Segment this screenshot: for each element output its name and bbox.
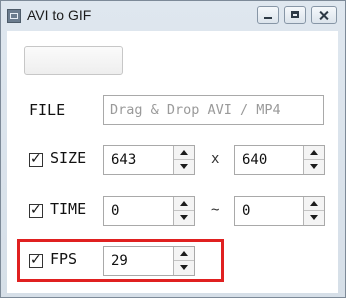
app-icon bbox=[7, 9, 21, 23]
width-spinbox[interactable]: 643 bbox=[103, 145, 195, 175]
time-label: TIME bbox=[50, 200, 87, 218]
time-separator: ~ bbox=[211, 202, 220, 218]
height-increase-button[interactable] bbox=[304, 146, 324, 160]
window-content: FILE Drag & Drop AVI / MP4 ✓ SIZE 643 x … bbox=[7, 31, 338, 293]
time-start-value: 0 bbox=[111, 203, 120, 219]
preview-area-button[interactable] bbox=[24, 46, 123, 75]
window-title: AVI to GIF bbox=[27, 7, 92, 23]
height-spinbox[interactable]: 640 bbox=[234, 145, 325, 175]
width-decrease-button[interactable] bbox=[174, 160, 194, 174]
checkmark-icon: ✓ bbox=[30, 151, 42, 167]
size-row: ✓ SIZE 643 x 640 bbox=[7, 143, 338, 177]
size-separator: x bbox=[211, 151, 220, 167]
time-end-value: 0 bbox=[242, 203, 251, 219]
close-button[interactable] bbox=[311, 6, 337, 24]
time-row: ✓ TIME 0 ~ 0 bbox=[7, 194, 338, 228]
time-end-increase-button[interactable] bbox=[304, 197, 324, 211]
file-label: FILE bbox=[29, 101, 66, 119]
fps-highlight-box bbox=[17, 239, 224, 282]
width-value: 643 bbox=[111, 152, 137, 168]
maximize-button[interactable] bbox=[284, 6, 306, 24]
width-increase-button[interactable] bbox=[174, 146, 194, 160]
time-end-spinbox[interactable]: 0 bbox=[234, 196, 325, 226]
file-drop-field[interactable]: Drag & Drop AVI / MP4 bbox=[103, 95, 324, 125]
time-start-spinbox[interactable]: 0 bbox=[103, 196, 195, 226]
checkmark-icon: ✓ bbox=[30, 202, 42, 218]
height-value: 640 bbox=[242, 152, 268, 168]
height-decrease-button[interactable] bbox=[304, 160, 324, 174]
size-label: SIZE bbox=[50, 149, 87, 167]
time-start-increase-button[interactable] bbox=[174, 197, 194, 211]
time-end-decrease-button[interactable] bbox=[304, 211, 324, 225]
minimize-button[interactable] bbox=[257, 6, 279, 24]
time-checkbox[interactable]: ✓ bbox=[29, 202, 43, 218]
time-start-decrease-button[interactable] bbox=[174, 211, 194, 225]
size-checkbox[interactable]: ✓ bbox=[29, 151, 43, 167]
app-window: AVI to GIF FILE Drag & Drop AVI / MP4 ✓ … bbox=[0, 0, 346, 298]
title-bar[interactable]: AVI to GIF bbox=[1, 1, 345, 31]
